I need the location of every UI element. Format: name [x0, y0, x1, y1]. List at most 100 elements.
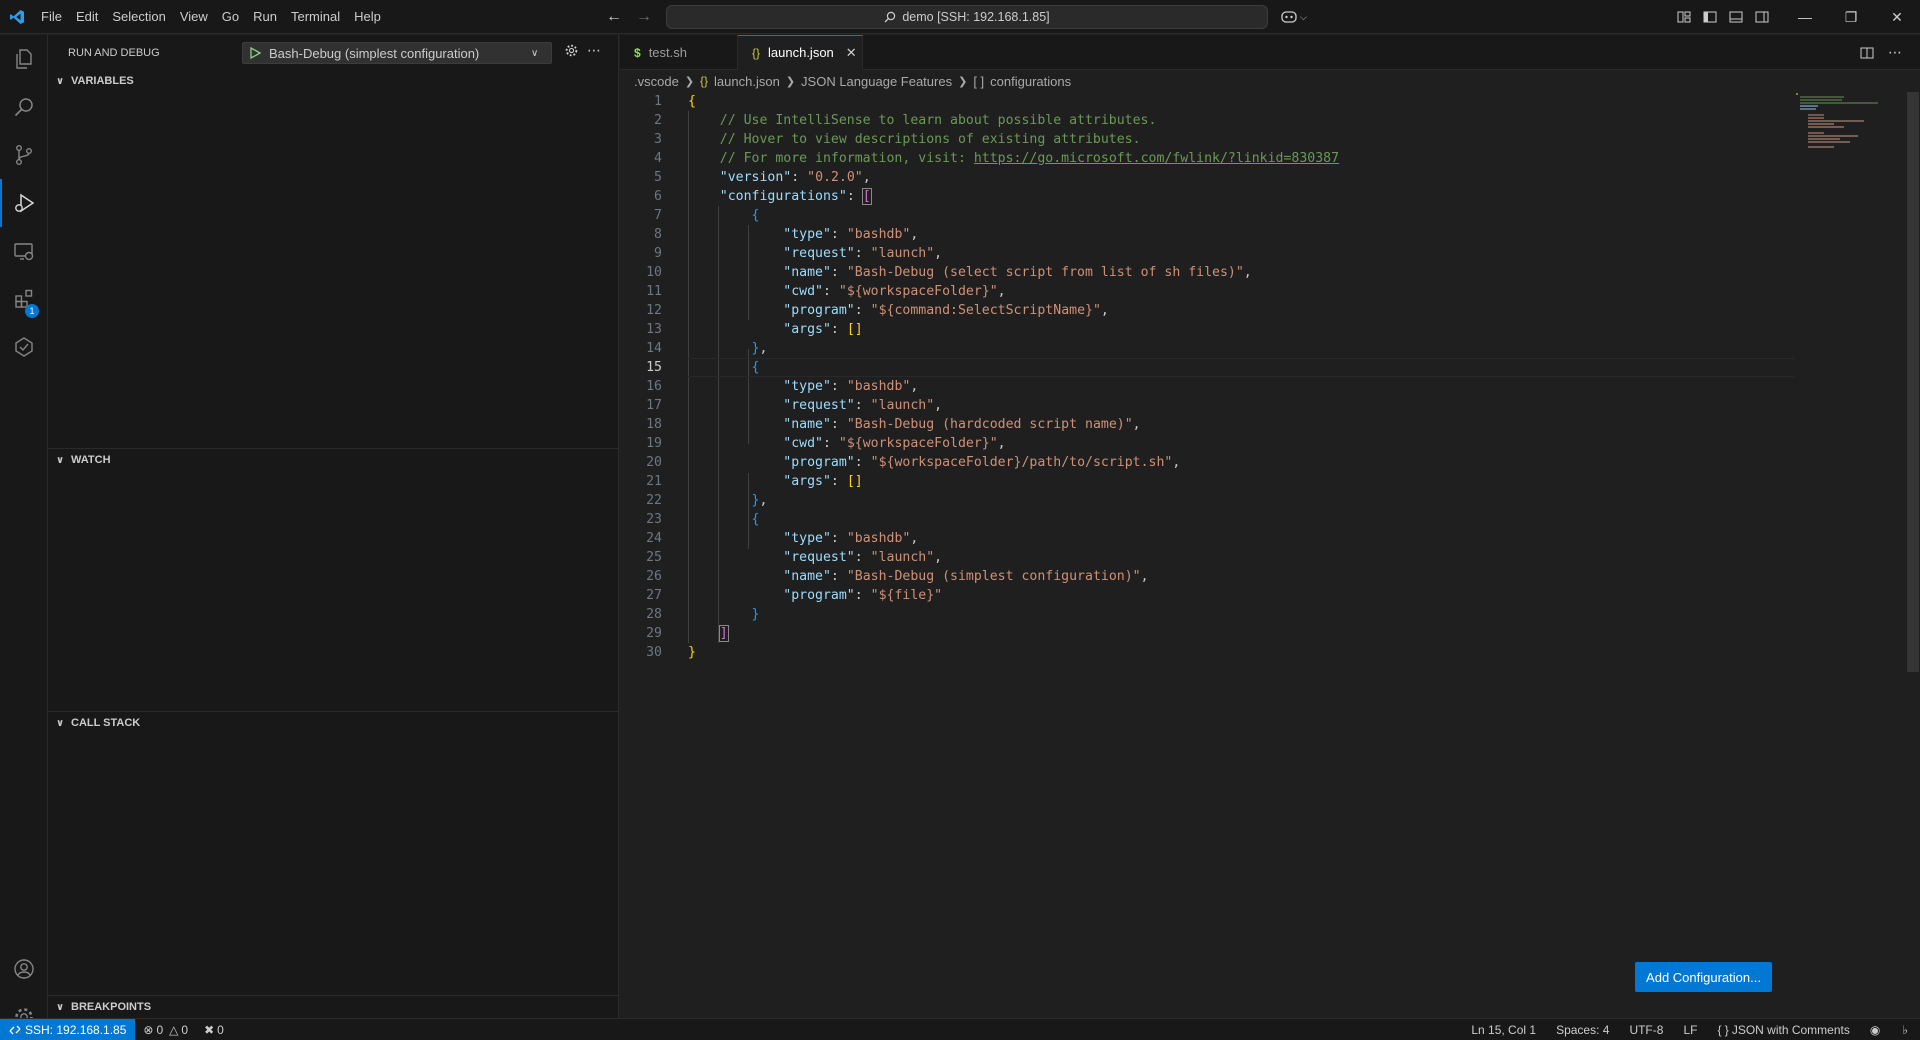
indentation[interactable]: Spaces: 4 [1546, 1019, 1619, 1040]
json-key: "version" [719, 170, 792, 185]
copilot-icon [1281, 11, 1297, 23]
menu-view[interactable]: View [173, 0, 215, 34]
more-actions-icon[interactable]: ⋯ [1888, 44, 1902, 61]
close-window-icon[interactable]: ✕ [1874, 0, 1920, 34]
more-actions-icon[interactable]: ⋯ [587, 42, 602, 59]
scrollbar[interactable] [1907, 92, 1919, 672]
language-label: JSON with Comments [1731, 1023, 1850, 1037]
add-configuration-button[interactable]: Add Configuration... [1635, 962, 1772, 992]
warning-count: 0 [181, 1022, 189, 1037]
chevron-right-icon: ❯ [785, 75, 796, 88]
json-key: "request" [783, 398, 855, 413]
json-value: "${workspaceFolder}/path/to/script.sh" [870, 455, 1173, 470]
json-key: "type" [783, 531, 831, 546]
breakpoints-header[interactable]: ∨ BREAKPOINTS [48, 996, 618, 1018]
command-center[interactable]: demo [SSH: 192.168.1.85] [666, 5, 1268, 29]
breadcrumb-launch-json[interactable]: launch.json [714, 74, 780, 89]
chevron-right-icon: ❯ [684, 75, 695, 88]
remote-label: SSH: 192.168.1.85 [25, 1022, 127, 1037]
start-debugging-icon[interactable] [249, 47, 261, 59]
open-launch-json-gear-icon[interactable] [564, 43, 579, 58]
json-key: "name" [783, 265, 831, 280]
cursor-position[interactable]: Ln 15, Col 1 [1461, 1019, 1546, 1040]
source-control-icon[interactable] [0, 131, 48, 179]
json-key: "cwd" [783, 436, 823, 451]
variables-header[interactable]: ∨ VARIABLES [48, 70, 618, 92]
testing-icon[interactable] [0, 323, 48, 371]
menu-file[interactable]: File [34, 0, 69, 34]
debug-configuration-select[interactable]: Bash-Debug (simplest configuration) ∨ [242, 42, 552, 64]
customize-layout-icon[interactable] [1676, 9, 1692, 25]
encoding[interactable]: UTF-8 [1619, 1019, 1673, 1040]
tab-launch-json[interactable]: {} launch.json ✕ [738, 35, 863, 70]
window-controls: — ❐ ✕ [1782, 0, 1920, 34]
json-value: "${workspaceFolder}" [838, 436, 998, 451]
json-key: "type" [783, 379, 831, 394]
search-activity-icon[interactable] [0, 83, 48, 131]
breadcrumb-vscode[interactable]: .vscode [634, 74, 679, 89]
end-of-line[interactable]: LF [1673, 1019, 1707, 1040]
error-count: 0 [156, 1022, 164, 1037]
chevron-down-icon: ⌵ [1300, 11, 1307, 22]
json-value: "Bash-Debug (simplest configuration)" [846, 569, 1141, 584]
remote-indicator[interactable]: SSH: 192.168.1.85 [0, 1018, 136, 1040]
menu-terminal[interactable]: Terminal [284, 0, 347, 34]
editor-area: $ test.sh {} launch.json ✕ ⋯ .vscode ❯ {… [620, 35, 1920, 1018]
search-icon [884, 11, 896, 23]
copilot-button[interactable]: ⌵ [1280, 7, 1312, 27]
call-stack-section: ∨ CALL STACK [48, 711, 618, 734]
explorer-icon[interactable] [0, 35, 48, 83]
call-stack-header[interactable]: ∨ CALL STACK [48, 712, 618, 734]
problems-indicator[interactable]: ⊗ 0 △ 0 [135, 1019, 196, 1040]
chevron-right-icon: ❯ [958, 75, 968, 88]
json-value: "Bash-Debug (select script from list of … [846, 265, 1244, 280]
back-arrow-icon[interactable]: ← [606, 8, 622, 26]
code-link[interactable]: https://go.microsoft.com/fwlink/?linkid=… [974, 151, 1339, 166]
json-file-icon: {} [700, 74, 709, 88]
json-file-icon: {} [752, 45, 761, 60]
run-and-debug-icon[interactable] [0, 179, 48, 227]
chevron-down-icon: ∨ [55, 454, 65, 466]
layout-controls [1676, 0, 1770, 34]
json-key: "type" [783, 227, 831, 242]
remote-explorer-icon[interactable] [0, 227, 48, 275]
notifications-bell-icon[interactable]: ♭ [1890, 1019, 1920, 1040]
json-key: "configurations" [719, 189, 847, 204]
toggle-primary-sidebar-icon[interactable] [1702, 9, 1718, 25]
menu-selection[interactable]: Selection [105, 0, 172, 34]
menu-run[interactable]: Run [246, 0, 284, 34]
json-value: "bashdb" [846, 227, 911, 242]
toggle-panel-icon[interactable] [1728, 9, 1744, 25]
chevron-down-icon: ∨ [55, 1001, 65, 1013]
menu-go[interactable]: Go [215, 0, 246, 34]
braces-icon: { } [1717, 1023, 1729, 1037]
code-comment: // Use IntelliSense to learn about possi… [719, 113, 1157, 128]
chevron-down-icon: ∨ [531, 47, 539, 59]
menu-help[interactable]: Help [347, 0, 388, 34]
minimap[interactable] [1794, 92, 1884, 152]
language-mode[interactable]: { } JSON with Comments [1707, 1019, 1859, 1040]
watch-header[interactable]: ∨ WATCH [48, 449, 618, 471]
warning-icon: △ [169, 1022, 179, 1037]
close-icon[interactable]: ✕ [846, 45, 857, 61]
minimize-icon[interactable]: — [1782, 0, 1828, 34]
extensions-icon[interactable]: 1 [0, 275, 48, 323]
restore-icon[interactable]: ❐ [1828, 0, 1874, 34]
watch-section: ∨ WATCH [48, 448, 618, 471]
json-value: "launch" [870, 550, 935, 565]
forward-arrow-icon[interactable]: → [636, 8, 652, 26]
split-editor-icon[interactable] [1860, 46, 1874, 60]
breadcrumb-json-language-features[interactable]: JSON Language Features [801, 74, 952, 89]
tab-test-sh[interactable]: $ test.sh [620, 35, 738, 70]
toggle-secondary-sidebar-icon[interactable] [1754, 9, 1770, 25]
error-icon: ⊗ [143, 1022, 154, 1037]
json-key: "name" [783, 569, 831, 584]
copilot-status-icon[interactable]: ◉ [1860, 1019, 1890, 1040]
menu-edit[interactable]: Edit [69, 0, 105, 34]
json-key: "request" [783, 550, 855, 565]
tab-label: launch.json [768, 45, 834, 60]
accounts-icon[interactable] [0, 945, 48, 993]
breadcrumb-configurations[interactable]: configurations [990, 74, 1071, 89]
ports-indicator[interactable]: ✖ 0 [196, 1019, 232, 1040]
json-key: "args" [783, 322, 831, 337]
